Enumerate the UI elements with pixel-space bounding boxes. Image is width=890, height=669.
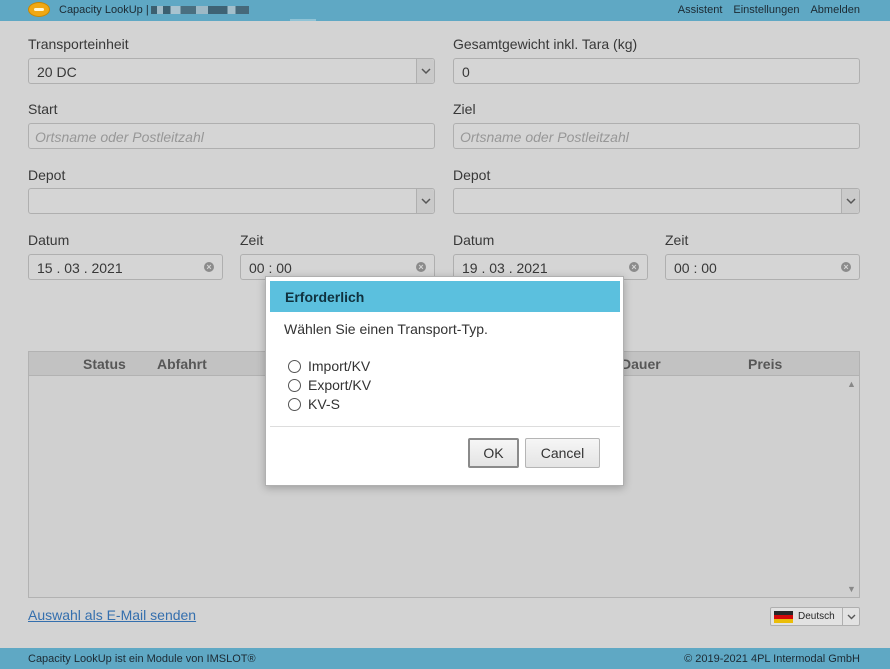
dialog-divider — [270, 426, 620, 427]
nav-einstellungen[interactable]: Einstellungen — [733, 4, 799, 16]
top-nav: Assistent Einstellungen Abmelden — [678, 4, 860, 16]
radio-button[interactable] — [288, 397, 301, 411]
footer: Capacity LookUp ist ein Module von IMSLO… — [0, 648, 890, 669]
option-import-kv[interactable]: Import/KV — [288, 358, 370, 374]
app-logo-icon — [28, 2, 50, 17]
app-title-text: Capacity LookUp | — [59, 4, 149, 16]
option-label: Import/KV — [308, 358, 371, 374]
dialog-message: Wählen Sie einen Transport-Typ. — [284, 321, 488, 337]
footer-copyright: © 2019-2021 4PL Intermodal GmbH — [684, 653, 860, 665]
cancel-button[interactable]: Cancel — [525, 438, 600, 468]
option-label: Export/KV — [308, 377, 372, 393]
option-kv-s[interactable]: KV-S — [288, 396, 340, 412]
required-dialog: Erforderlich Wählen Sie einen Transport-… — [265, 276, 624, 486]
option-label: KV-S — [308, 396, 340, 412]
dialog-title: Erforderlich — [270, 281, 620, 312]
nav-abmelden[interactable]: Abmelden — [810, 4, 860, 16]
top-bar: Capacity LookUp | Assistent Einstellunge… — [0, 0, 890, 21]
radio-button[interactable] — [288, 378, 301, 392]
redacted-company-name — [150, 6, 249, 15]
option-export-kv[interactable]: Export/KV — [288, 377, 371, 393]
nav-assistent[interactable]: Assistent — [678, 4, 723, 16]
ok-button[interactable]: OK — [468, 438, 519, 468]
app-title: Capacity LookUp | — [59, 4, 249, 16]
footer-left-text: Capacity LookUp ist ein Module von IMSLO… — [28, 653, 256, 665]
radio-button[interactable] — [288, 359, 301, 373]
